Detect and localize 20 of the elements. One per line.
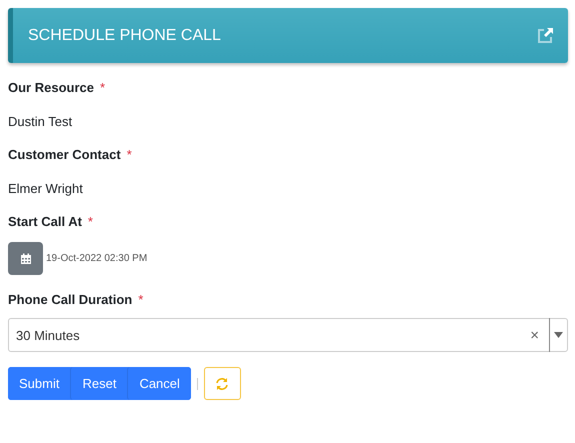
calendar-button[interactable] (8, 242, 43, 275)
field-label: Customer Contact (8, 147, 121, 162)
field-label: Phone Call Duration (8, 292, 132, 307)
field-value: Elmer Wright (8, 181, 84, 197)
refresh-icon (215, 376, 230, 390)
field-value: Dustin Test (8, 114, 74, 130)
required-mark: * (126, 147, 132, 162)
clear-button[interactable]: × (530, 326, 539, 344)
external-link-icon[interactable] (537, 27, 554, 44)
form-title: SCHEDULE PHONE CALL (28, 26, 221, 44)
field-label: Start Call At (8, 214, 82, 229)
cancel-button[interactable]: Cancel (127, 367, 191, 400)
calendar-icon (20, 252, 32, 264)
duration-select[interactable]: 30 Minutes × (8, 318, 568, 352)
required-mark: * (138, 292, 144, 307)
field-label: Our Resource (8, 80, 94, 95)
datetime-value: 19-Oct-2022 02:30 PM (46, 253, 148, 264)
required-mark: * (100, 80, 106, 95)
required-mark: * (88, 214, 93, 229)
caret-icon[interactable] (554, 332, 563, 338)
